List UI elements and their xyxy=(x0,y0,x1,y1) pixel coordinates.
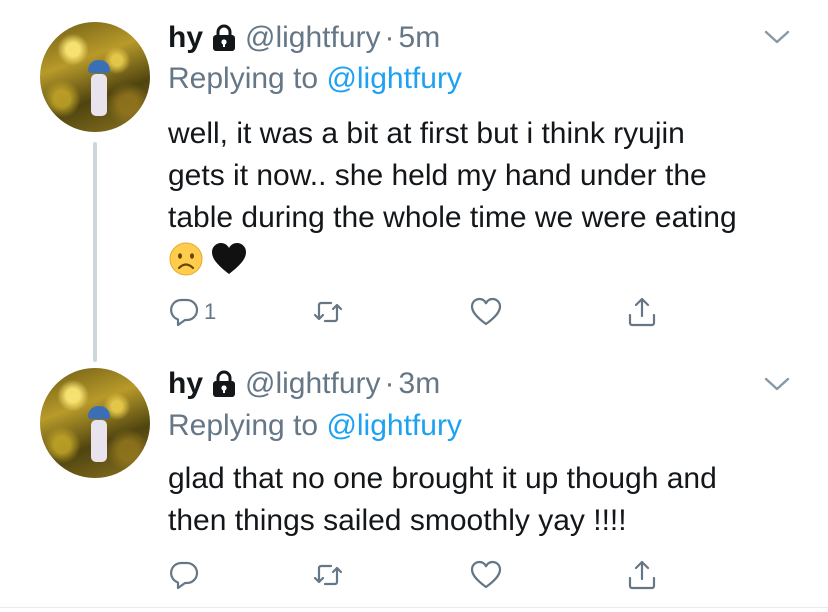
replying-to: Replying to @lightfury xyxy=(168,61,462,97)
tweet-text-line: then things sailed smoothly yay !!!! xyxy=(168,504,627,537)
tweet-text-line: well, it was a bit at first but i think … xyxy=(168,117,685,150)
share-button[interactable] xyxy=(626,295,658,329)
retweet-button[interactable] xyxy=(312,558,344,592)
lock-icon xyxy=(211,24,237,52)
timestamp[interactable]: 3m xyxy=(399,366,441,402)
tweet-text: well, it was a bit at first but i think … xyxy=(168,113,808,289)
tweet-header: hy @lightfury · 3m xyxy=(168,366,440,402)
share-icon xyxy=(628,560,656,590)
separator-dot: · xyxy=(384,21,395,54)
tweet[interactable]: hy @lightfury · 3m Replying to @lightfur… xyxy=(0,355,828,612)
black-heart-emoji-icon xyxy=(210,241,248,289)
avatar[interactable] xyxy=(40,368,150,478)
tweet-actions xyxy=(168,558,668,592)
thread-line xyxy=(93,142,97,362)
timestamp[interactable]: 5m xyxy=(399,20,441,56)
tweet-text: glad that no one brought it up though an… xyxy=(168,458,808,542)
retweet-button[interactable] xyxy=(312,295,344,329)
tweet[interactable]: hy @lightfury · 5m Replying to @lightfur… xyxy=(0,0,828,362)
reply-button[interactable] xyxy=(168,558,200,592)
like-button[interactable] xyxy=(470,295,502,329)
tweet-text-line: glad that no one brought it up though an… xyxy=(168,462,717,495)
heart-icon xyxy=(470,560,502,589)
avatar-figure xyxy=(86,60,112,120)
share-button[interactable] xyxy=(626,558,658,592)
like-button[interactable] xyxy=(470,558,502,592)
chevron-down-icon[interactable] xyxy=(764,29,790,45)
lock-icon xyxy=(211,370,237,398)
share-icon xyxy=(628,297,656,327)
avatar-figure xyxy=(86,406,112,466)
username[interactable]: @lightfury xyxy=(245,20,381,56)
divider xyxy=(0,607,828,608)
replying-to: Replying to @lightfury xyxy=(168,408,462,444)
tweet-text-line: table during the whole time we were eati… xyxy=(168,201,737,234)
chevron-down-icon[interactable] xyxy=(764,376,790,392)
emoji-line xyxy=(168,241,808,289)
separator-dot: · xyxy=(384,367,395,400)
tweet-header: hy @lightfury · 5m xyxy=(168,20,440,56)
replying-to-label: Replying to xyxy=(168,62,319,95)
heart-icon xyxy=(470,297,502,326)
reply-icon xyxy=(170,561,199,590)
reply-button[interactable]: 1 xyxy=(168,295,216,329)
replying-to-link[interactable]: @lightfury xyxy=(326,62,462,95)
tweet-actions: 1 xyxy=(168,295,668,329)
retweet-icon xyxy=(313,564,343,586)
display-name[interactable]: hy xyxy=(168,366,203,402)
reply-icon xyxy=(170,298,199,327)
replying-to-label: Replying to xyxy=(168,409,319,442)
replying-to-link[interactable]: @lightfury xyxy=(326,409,462,442)
avatar[interactable] xyxy=(40,22,150,132)
reply-count: 1 xyxy=(204,299,217,324)
display-name[interactable]: hy xyxy=(168,20,203,56)
tweet-text-line: gets it now.. she held my hand under the xyxy=(168,159,707,192)
frowning-face-emoji-icon xyxy=(168,241,204,289)
username[interactable]: @lightfury xyxy=(245,366,381,402)
retweet-icon xyxy=(313,301,343,323)
